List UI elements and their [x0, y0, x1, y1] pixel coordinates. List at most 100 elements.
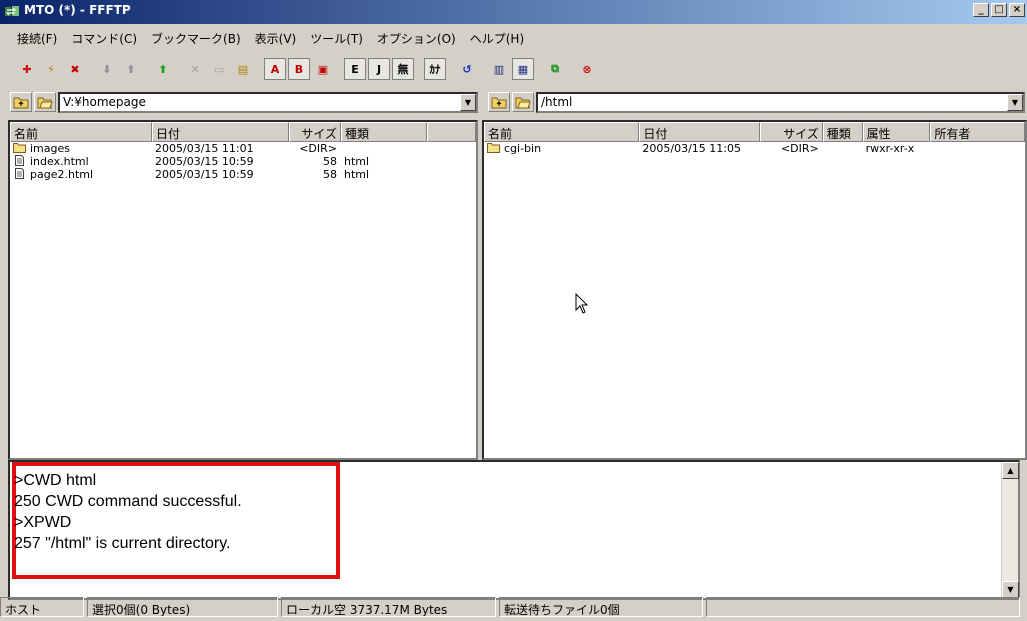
menu-help[interactable]: ヘルプ(H) [463, 26, 531, 48]
status-selection: 選択0個(0 Bytes) [87, 597, 278, 617]
binary-mode-icon: B [294, 62, 304, 76]
status-local-free: ローカル空 3737.17M Bytes [281, 597, 496, 617]
menu-options[interactable]: オプション(O) [370, 26, 463, 48]
remote-path-dropdown-button[interactable]: ▼ [1007, 93, 1023, 111]
remote-path-text: /html [541, 95, 573, 109]
scroll-down-button[interactable]: ▼ [1002, 581, 1019, 598]
log-panel[interactable]: >CWD html 250 CWD command successful. >X… [8, 460, 1020, 600]
disconnect-button[interactable]: ✖ [64, 58, 86, 80]
download-icon: ⬇ [102, 62, 112, 76]
delete-button[interactable]: ✕ [184, 58, 206, 80]
status-host: ホスト [0, 597, 84, 617]
remote-col-name[interactable]: 名前 [484, 122, 640, 142]
open-folder-icon [515, 97, 531, 109]
file-cell: 2005/03/15 11:01 [155, 142, 254, 155]
remote-col-size[interactable]: サイズ [759, 122, 823, 142]
upload-button[interactable]: ⬆ [120, 58, 142, 80]
mkdir-button[interactable]: ▤ [232, 58, 254, 80]
menu-tools[interactable]: ツール(T) [303, 26, 370, 48]
file-cell: 58 [323, 168, 337, 181]
file-row[interactable]: index.html 2005/03/15 10:59 58 html [10, 155, 476, 168]
quick-connect-button[interactable]: ⚡ [40, 58, 62, 80]
local-col-date[interactable]: 日付 [152, 122, 289, 142]
local-col-name[interactable]: 名前 [10, 122, 152, 142]
minimize-button[interactable]: _ [973, 3, 989, 17]
file-row[interactable]: page2.html 2005/03/15 10:59 58 html [10, 168, 476, 181]
file-cell [823, 142, 863, 155]
file-cell: html [344, 168, 370, 181]
remote-col-attr[interactable]: 属性 [862, 122, 931, 142]
list-view-button[interactable]: ▥ [488, 58, 510, 80]
upload-icon: ⬆ [126, 62, 136, 76]
window-controls: _ □ × [973, 3, 1025, 17]
download-button[interactable]: ⬇ [96, 58, 118, 80]
auto-mode-button[interactable]: ▣ [312, 58, 334, 80]
local-col-type[interactable]: 種類 [341, 122, 427, 142]
ffftp-app-icon[interactable] [4, 4, 20, 19]
sync-button[interactable]: ⧉ [544, 58, 566, 80]
open-folder-icon [37, 97, 53, 109]
jis-button[interactable]: J [368, 58, 390, 80]
menu-connect[interactable]: 接続(F) [10, 26, 64, 48]
local-col-size[interactable]: サイズ [289, 122, 341, 142]
remote-col-date[interactable]: 日付 [639, 122, 760, 142]
file-cell [930, 142, 1025, 155]
local-up-folder-button[interactable] [10, 92, 32, 112]
local-file-list[interactable]: 名前 日付 サイズ 種類 images 2005/03/15 11:01 <DIR>… [8, 120, 478, 460]
mkdir-icon: ▤ [237, 62, 249, 76]
title-bar: MTO (*) - FFFTP _ □ × [0, 0, 1027, 24]
file-cell [341, 142, 427, 155]
menu-bookmark[interactable]: ブックマーク(B) [144, 26, 248, 48]
local-col-filler [427, 122, 476, 142]
local-open-folder-button[interactable] [34, 92, 56, 112]
log-scrollbar[interactable]: ▲ ▼ [1001, 462, 1019, 598]
euc-button[interactable]: E [344, 58, 366, 80]
jis-icon: J [376, 62, 382, 76]
file-icon [15, 155, 24, 166]
detail-view-button[interactable]: ▦ [512, 58, 534, 80]
connect-icon: ✚ [22, 62, 32, 76]
remote-col-type[interactable]: 種類 [822, 122, 863, 142]
file-cell: 2005/03/15 11:05 [642, 142, 742, 155]
file-row[interactable]: cgi-bin 2005/03/15 11:05 <DIR> rwxr-xr-x [484, 142, 1025, 155]
remote-path-input[interactable]: /html ▼ [536, 91, 1025, 113]
menu-bar: 接続(F) コマンド(C) ブックマーク(B) 表示(V) ツール(T) オプシ… [0, 26, 1027, 48]
scroll-up-button[interactable]: ▲ [1002, 462, 1019, 479]
rename-button[interactable]: ▭ [208, 58, 230, 80]
no-convert-icon: 無 [397, 63, 409, 76]
no-convert-button[interactable]: 無 [392, 58, 414, 80]
remote-file-list[interactable]: 名前 日付 サイズ 種類 属性 所有者 cgi-bin 2005/03/15 11… [482, 120, 1027, 460]
stop-button[interactable]: ⊗ [576, 58, 598, 80]
binary-mode-button[interactable]: B [288, 58, 310, 80]
remote-rows: cgi-bin 2005/03/15 11:05 <DIR> rwxr-xr-x [484, 142, 1025, 155]
delete-icon: ✕ [190, 62, 200, 76]
local-path-input[interactable]: V:¥homepage ▼ [58, 91, 478, 113]
file-icon [15, 168, 24, 179]
sync-icon: ⧉ [551, 62, 559, 75]
mouse-cursor-icon [575, 293, 589, 314]
refresh-button[interactable]: ↺ [456, 58, 478, 80]
local-rows: images 2005/03/15 11:01 <DIR> index.html 200… [10, 142, 476, 181]
mirror-upload-button[interactable]: ⬆ [152, 58, 174, 80]
ascii-mode-button[interactable]: A [264, 58, 286, 80]
maximize-button[interactable]: □ [991, 3, 1007, 17]
up-folder-icon [491, 97, 507, 109]
kana-button[interactable]: ｶﾅ [424, 58, 446, 80]
remote-col-owner[interactable]: 所有者 [930, 122, 1025, 142]
file-cell: rwxr-xr-x [865, 142, 915, 155]
local-path-dropdown-button[interactable]: ▼ [460, 93, 476, 111]
file-row[interactable]: images 2005/03/15 11:01 <DIR> [10, 142, 476, 155]
local-list-header: 名前 日付 サイズ 種類 [10, 122, 476, 142]
remote-path-bar: /html ▼ [488, 90, 1025, 114]
close-button[interactable]: × [1009, 3, 1025, 17]
local-path-text: V:¥homepage [63, 95, 146, 109]
log-line: >XPWD [14, 514, 72, 531]
stop-icon: ⊗ [582, 62, 592, 76]
remote-up-folder-button[interactable] [488, 92, 510, 112]
menu-command[interactable]: コマンド(C) [64, 26, 144, 48]
status-extra [706, 597, 1020, 617]
connect-button[interactable]: ✚ [16, 58, 38, 80]
menu-view[interactable]: 表示(V) [248, 26, 304, 48]
local-path-bar: V:¥homepage ▼ [10, 90, 478, 114]
remote-open-folder-button[interactable] [512, 92, 534, 112]
